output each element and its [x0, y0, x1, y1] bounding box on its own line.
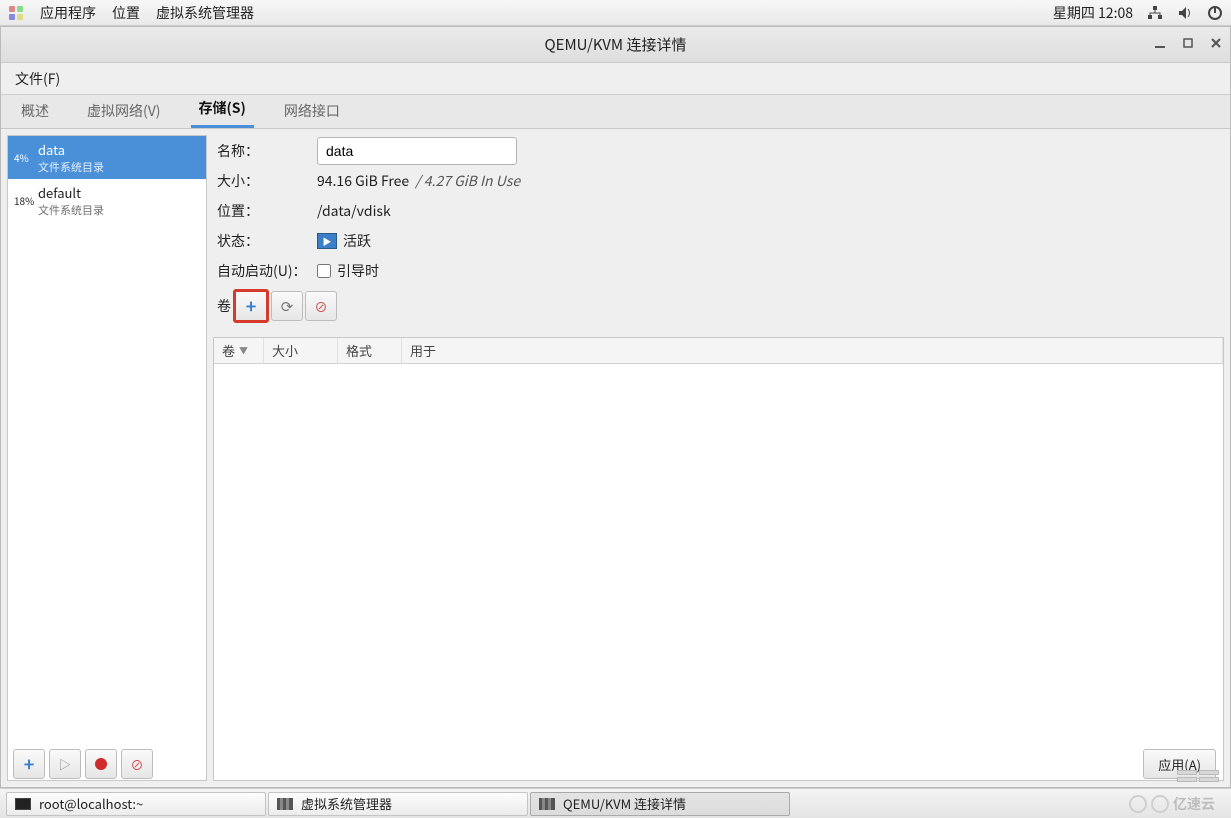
menu-vmm[interactable]: 虚拟系统管理器 [156, 3, 254, 23]
close-button[interactable] [1208, 35, 1224, 51]
task-connection-details[interactable]: QEMU/KVM 连接详情 [530, 792, 790, 816]
watermark-text: 亿速云 [1173, 794, 1215, 814]
watermark-icon [1151, 795, 1169, 813]
volumes-body-empty [214, 364, 1223, 780]
window-title: QEMU/KVM 连接详情 [545, 34, 687, 55]
system-panel: 应用程序 位置 虚拟系统管理器 星期四 12:08 [0, 0, 1231, 26]
pool-item-default[interactable]: 18% default 文件系统目录 [8, 179, 206, 222]
state-value: 活跃 [343, 231, 371, 251]
tab-virtual-networks[interactable]: 虚拟网络(V) [79, 93, 169, 128]
add-pool-button[interactable]: + [13, 749, 45, 779]
delete-pool-button[interactable]: ⊘ [121, 749, 153, 779]
location-value: /data/vdisk [317, 201, 391, 221]
vm-icon [539, 798, 555, 810]
plus-icon: + [24, 751, 35, 777]
tab-network-interfaces[interactable]: 网络接口 [276, 93, 348, 128]
pool-name: default [38, 183, 104, 202]
size-used: / 4.27 GiB In Use [415, 171, 520, 191]
label-size: 大小： [217, 171, 317, 191]
connection-details-window: QEMU/KVM 连接详情 文件(F) 概述 虚拟网络(V) 存储(S) 网络接… [0, 26, 1231, 788]
clock[interactable]: 星期四 12:08 [1053, 3, 1133, 23]
watermark: 亿速云 [1129, 794, 1215, 814]
menu-places[interactable]: 位置 [112, 3, 140, 23]
size-free: 94.16 GiB Free [317, 171, 409, 191]
task-terminal[interactable]: root@localhost:~ [6, 792, 266, 816]
state-active-icon [317, 233, 337, 249]
delete-icon: ⊘ [130, 755, 143, 774]
add-volume-button[interactable]: + [233, 289, 269, 323]
label-location: 位置： [217, 201, 317, 221]
start-pool-button[interactable]: ▷ [49, 749, 81, 779]
tabs: 概述 虚拟网络(V) 存储(S) 网络接口 [1, 95, 1230, 129]
col-size[interactable]: 大小 [264, 338, 338, 363]
menu-file[interactable]: 文件(F) [9, 65, 66, 93]
label-name: 名称： [217, 141, 317, 161]
autostart-text: 引导时 [337, 261, 379, 281]
tab-overview[interactable]: 概述 [13, 93, 57, 128]
delete-volume-button[interactable]: ⊘ [305, 291, 337, 321]
label-autostart: 自动启动(U)： [217, 261, 317, 281]
titlebar: QEMU/KVM 连接详情 [1, 27, 1230, 63]
tab-storage[interactable]: 存储(S) [191, 90, 254, 128]
pool-type: 文件系统目录 [38, 159, 104, 175]
pool-action-buttons: + ▷ ⊘ [13, 749, 153, 779]
col-format[interactable]: 格式 [338, 338, 402, 363]
refresh-volumes-button[interactable]: ⟳ [271, 291, 303, 321]
pool-name-input[interactable] [317, 137, 517, 165]
play-icon: ▷ [59, 756, 71, 773]
plus-icon: + [246, 293, 257, 319]
delete-icon: ⊘ [314, 297, 327, 316]
stop-pool-button[interactable] [85, 749, 117, 779]
col-volume[interactable]: 卷▼ [214, 338, 264, 363]
col-usedby[interactable]: 用于 [402, 338, 1223, 363]
taskbar: root@localhost:~ 虚拟系统管理器 QEMU/KVM 连接详情 [0, 788, 1231, 818]
maximize-button[interactable] [1180, 35, 1196, 51]
label-volumes: 卷 [217, 296, 233, 316]
task-label: QEMU/KVM 连接详情 [563, 794, 686, 813]
sort-desc-icon: ▼ [239, 344, 248, 357]
menubar: 文件(F) [1, 63, 1230, 95]
power-icon[interactable] [1207, 5, 1223, 21]
apps-menu-icon [8, 5, 24, 21]
label-state: 状态： [217, 231, 317, 251]
pool-item-data[interactable]: 4% data 文件系统目录 [8, 136, 206, 179]
workspace-pager[interactable] [1177, 770, 1221, 784]
pool-usage-pct: 4% [14, 150, 34, 165]
pool-type: 文件系统目录 [38, 202, 104, 218]
storage-pool-list: 4% data 文件系统目录 18% default 文件系统目录 [7, 135, 207, 781]
vm-icon [277, 798, 293, 810]
pool-details: 名称： 大小： 94.16 GiB Free / 4.27 GiB In Use… [213, 135, 1224, 781]
watermark-icon [1129, 795, 1147, 813]
stop-icon [95, 758, 107, 770]
pool-usage-pct: 18% [14, 193, 34, 208]
pool-name: data [38, 140, 104, 159]
task-virt-manager[interactable]: 虚拟系统管理器 [268, 792, 528, 816]
volumes-header: 卷▼ 大小 格式 用于 [214, 338, 1223, 364]
network-icon[interactable] [1147, 5, 1163, 21]
volume-icon[interactable] [1177, 5, 1193, 21]
minimize-button[interactable] [1152, 35, 1168, 51]
refresh-icon: ⟳ [281, 296, 294, 317]
volumes-table: 卷▼ 大小 格式 用于 [213, 337, 1224, 781]
task-label: root@localhost:~ [39, 794, 143, 813]
terminal-icon [15, 798, 31, 810]
autostart-checkbox[interactable] [317, 264, 331, 278]
task-label: 虚拟系统管理器 [301, 794, 392, 813]
menu-applications[interactable]: 应用程序 [40, 3, 96, 23]
